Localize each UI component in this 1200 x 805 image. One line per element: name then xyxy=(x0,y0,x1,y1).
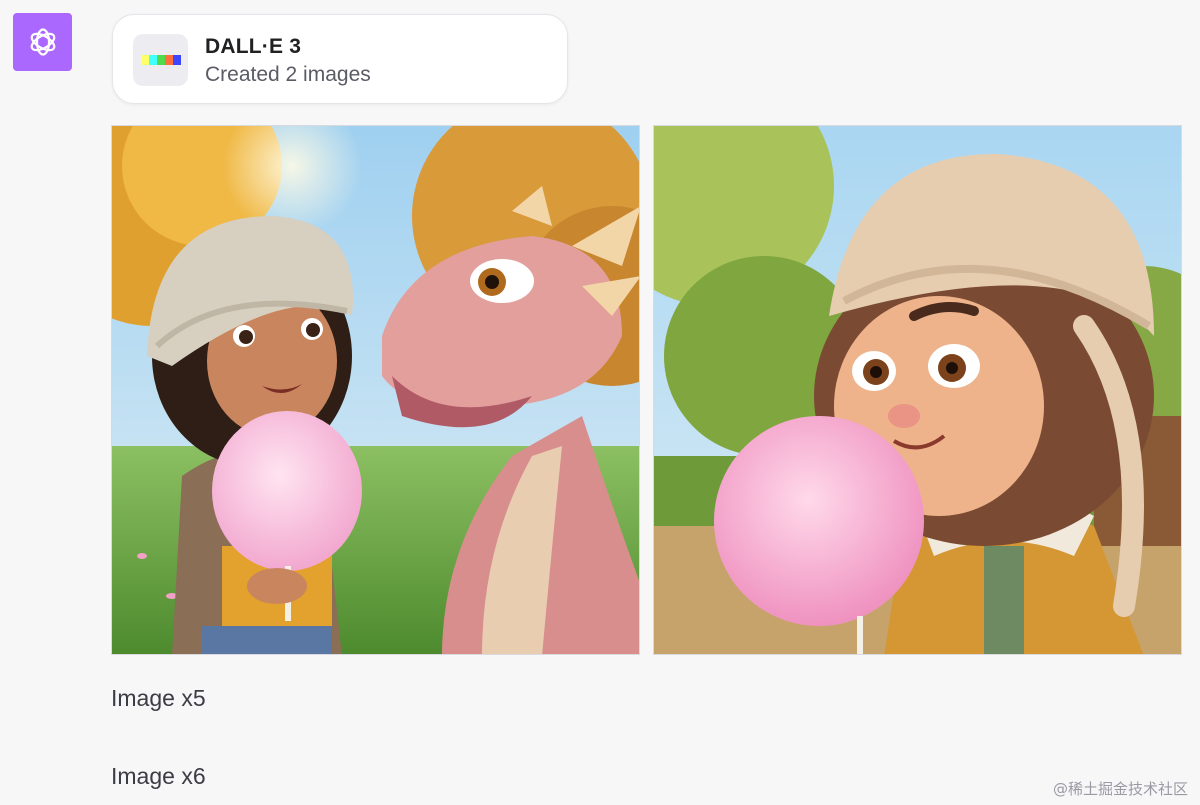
image-caption-1: Image x5 xyxy=(111,685,206,711)
dalle-tool-card[interactable]: DALL·E 3 Created 2 images xyxy=(112,14,568,104)
assistant-avatar xyxy=(13,13,72,71)
tool-subtitle: Created 2 images xyxy=(205,63,371,86)
generated-image-1[interactable] xyxy=(111,125,640,655)
generated-image-2[interactable] xyxy=(653,125,1182,655)
image-caption-2: Image x6 xyxy=(111,763,206,789)
dalle-palette-icon xyxy=(133,34,188,86)
watermark: @稀土掘金技术社区 xyxy=(1052,780,1188,798)
tool-title: DALL·E 3 xyxy=(205,35,302,58)
openai-logo-icon xyxy=(30,28,55,56)
